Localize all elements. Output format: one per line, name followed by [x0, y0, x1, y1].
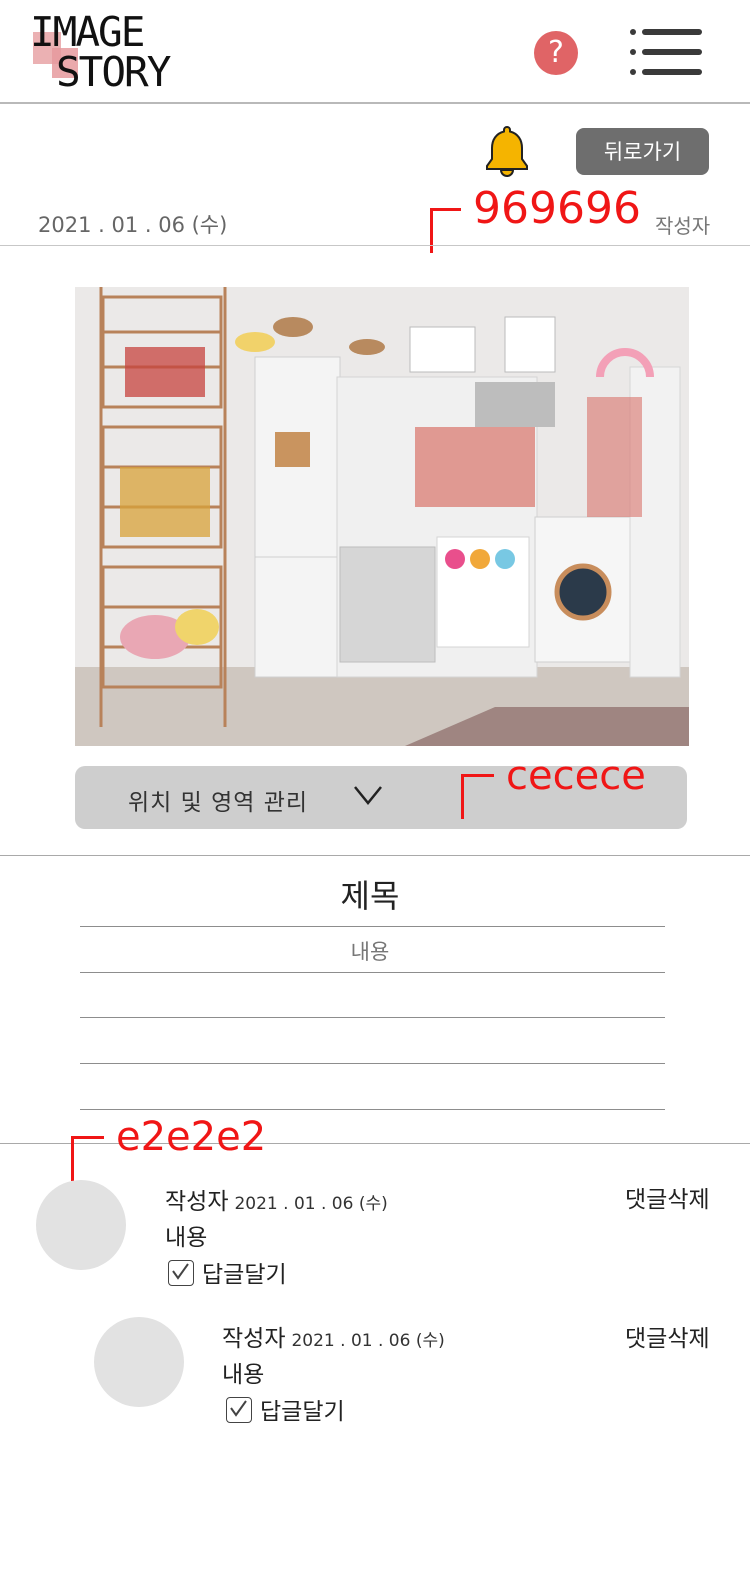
checkbox-icon[interactable] [226, 1397, 252, 1423]
back-button[interactable]: 뒤로가기 [576, 128, 709, 175]
avatar [36, 1180, 126, 1270]
comment-header: 작성자 2021 . 01 . 06 (수) [165, 1182, 388, 1216]
delete-comment-button[interactable]: 댓글삭제 [625, 1180, 710, 1214]
header-divider [0, 102, 750, 104]
annotation-author-color: 969696 [473, 183, 641, 234]
logo-text-line1: IMAGE [30, 8, 145, 56]
dropdown-label: 위치 및 영역 관리 [128, 790, 309, 816]
annotation-bracket [461, 774, 494, 819]
question-mark-icon: ? [548, 35, 564, 70]
delete-comment-button[interactable]: 댓글삭제 [625, 1319, 710, 1353]
chevron-down-icon [354, 786, 382, 805]
post-content: 내용 [350, 940, 390, 964]
meta-divider [0, 245, 750, 246]
comment-header: 작성자 2021 . 01 . 06 (수) [222, 1319, 445, 1353]
reply-button[interactable]: 답글달기 [168, 1255, 287, 1289]
comment-date: 2021 . 01 . 06 (수) [234, 1194, 388, 1214]
hamburger-menu-icon[interactable] [630, 29, 704, 77]
ruled-line [80, 1063, 665, 1064]
reply-label: 답글달기 [202, 1262, 287, 1288]
logo-text-line2: STORY [56, 48, 171, 96]
ruled-line [80, 972, 665, 973]
logo[interactable]: IMAGE STORY [30, 12, 190, 94]
annotation-bracket [71, 1136, 104, 1181]
post-photo [75, 287, 689, 746]
comment-body: 내용 [165, 1225, 208, 1251]
ruled-line [80, 1017, 665, 1018]
help-button[interactable]: ? [534, 31, 578, 75]
comments-divider [0, 1143, 750, 1144]
comment-date: 2021 . 01 . 06 (수) [291, 1331, 445, 1351]
post-title: 제목 [340, 877, 400, 915]
ruled-line [80, 926, 665, 927]
section-divider [0, 855, 750, 856]
bell-icon[interactable] [482, 124, 532, 178]
annotation-bracket [430, 208, 461, 253]
avatar [94, 1317, 184, 1407]
reply-button[interactable]: 답글달기 [226, 1392, 345, 1426]
post-date: 2021 . 01 . 06 (수) [38, 213, 228, 237]
annotation-avatar-color: e2e2e2 [116, 1114, 267, 1160]
author-label: 작성자 [655, 214, 711, 238]
ruled-line [80, 1109, 665, 1110]
checkbox-icon[interactable] [168, 1260, 194, 1286]
reply-label: 답글달기 [260, 1399, 345, 1425]
comment-body: 내용 [222, 1362, 265, 1388]
annotation-dropdown-color: cecece [506, 753, 646, 799]
comment-author: 작성자 [222, 1326, 286, 1352]
comment-author: 작성자 [165, 1189, 229, 1215]
kitchen-photo-illustration [75, 287, 689, 746]
